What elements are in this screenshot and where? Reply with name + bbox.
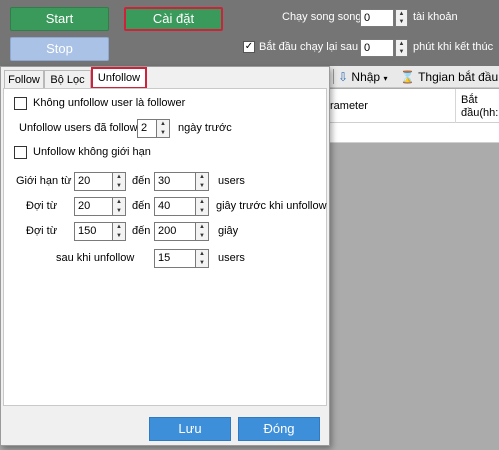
wait-before-to-input[interactable]: 40: [154, 197, 196, 216]
tab-follow[interactable]: Follow: [4, 70, 44, 89]
save-button[interactable]: Lưu: [149, 417, 231, 441]
unlimited-label: Unfollow không giới hạn: [33, 146, 151, 158]
wait-between-to-label: đến: [132, 225, 151, 237]
restart-spinner[interactable]: ▲ ▼: [395, 39, 408, 57]
spin-down-icon[interactable]: ▼: [113, 182, 125, 191]
stop-button[interactable]: Stop: [10, 37, 109, 61]
col-start-header-line2[interactable]: đầu(hh:: [461, 107, 498, 119]
spin-up-icon[interactable]: ▲: [396, 10, 407, 18]
limit-to-input[interactable]: 30: [154, 172, 196, 191]
restart-suffix: phút khi kết thúc: [413, 41, 494, 53]
wait-between-to-input[interactable]: 200: [154, 222, 196, 241]
restart-label: Bắt đầu chạy lại sau: [259, 41, 359, 53]
followed-days-prefix: Unfollow users đã follow: [19, 122, 138, 134]
spin-up-icon[interactable]: ▲: [113, 223, 125, 232]
after-unfollow-label: sau khi unfollow: [56, 252, 135, 264]
spin-down-icon[interactable]: ▼: [396, 18, 407, 26]
limit-label: Giới hạn từ: [16, 175, 72, 187]
spin-down-icon[interactable]: ▼: [113, 207, 125, 216]
import-menu[interactable]: ⇩ Nhập ▾: [338, 66, 387, 90]
after-unfollow-unit: users: [218, 252, 245, 264]
followed-days-suffix: ngày trước: [178, 122, 232, 134]
limit-to-label: đến: [132, 175, 151, 187]
tab-filter[interactable]: Bộ Lọc: [44, 70, 91, 89]
accounts-label: tài khoản: [413, 11, 458, 23]
wait-between-from-input[interactable]: 150: [74, 222, 113, 241]
chevron-down-icon: ▾: [383, 74, 388, 83]
spin-down-icon[interactable]: ▼: [196, 232, 208, 241]
check-icon: ✓: [244, 41, 254, 52]
wait-before-from-input[interactable]: 20: [74, 197, 113, 216]
after-unfollow-input[interactable]: 15: [154, 249, 196, 268]
spin-up-icon[interactable]: ▲: [113, 198, 125, 207]
col-start-header-line1[interactable]: Bắt: [461, 94, 478, 106]
wait-between-from-spinner[interactable]: ▲ ▼: [113, 222, 126, 241]
limit-from-input[interactable]: 20: [74, 172, 113, 191]
unlimited-checkbox[interactable]: [14, 146, 27, 159]
spin-down-icon[interactable]: ▼: [196, 182, 208, 191]
spin-up-icon[interactable]: ▲: [113, 173, 125, 182]
start-time-label: Thgian bắt đầu: [418, 70, 499, 84]
toolbar: ⇩ Nhập ▾ ⌛ Thgian bắt đầu: [330, 66, 499, 88]
wait-between-to-spinner[interactable]: ▲ ▼: [196, 222, 209, 241]
spin-down-icon[interactable]: ▼: [196, 207, 208, 216]
spin-up-icon[interactable]: ▲: [196, 250, 208, 259]
parallel-spinner[interactable]: ▲ ▼: [395, 9, 408, 27]
after-unfollow-spinner[interactable]: ▲ ▼: [196, 249, 209, 268]
col-parameter-header[interactable]: rameter: [330, 100, 368, 112]
start-button[interactable]: Start: [10, 7, 109, 31]
grid-header: rameter Bắt đầu(hh:: [330, 89, 499, 123]
no-unfollow-follower-checkbox[interactable]: [14, 97, 27, 110]
wait-before-to-label: đến: [132, 200, 151, 212]
wait-before-unit: giây trước khi unfollow: [216, 200, 327, 212]
limit-from-spinner[interactable]: ▲ ▼: [113, 172, 126, 191]
spin-down-icon[interactable]: ▼: [196, 259, 208, 268]
settings-dialog: Follow Bộ Lọc Unfollow Không unfollow us…: [0, 66, 330, 446]
no-unfollow-follower-label: Không unfollow user là follower: [33, 97, 186, 109]
wait-before-from-spinner[interactable]: ▲ ▼: [113, 197, 126, 216]
restart-checkbox[interactable]: ✓: [243, 41, 255, 53]
wait-between-unit: giây: [218, 225, 239, 237]
start-time-menu[interactable]: ⌛ Thgian bắt đầu: [400, 66, 498, 88]
wait-between-label: Đợi từ: [26, 225, 58, 237]
toolbar-separator: [333, 69, 334, 84]
grid-empty-area: [330, 143, 499, 450]
table-row[interactable]: [330, 123, 499, 143]
parallel-label: Chạy song song: [282, 11, 362, 23]
spin-up-icon[interactable]: ▲: [196, 223, 208, 232]
followed-days-spinner[interactable]: ▲ ▼: [157, 119, 170, 138]
column-divider: [455, 89, 456, 123]
parallel-input[interactable]: 0: [360, 9, 394, 27]
tab-strip: Follow Bộ Lọc Unfollow: [1, 67, 329, 89]
unfollow-tab-page: Không unfollow user là follower Unfollow…: [3, 88, 327, 406]
wait-before-label: Đợi từ: [26, 200, 58, 212]
import-label: Nhập: [351, 70, 381, 84]
import-icon: ⇩: [338, 70, 349, 84]
close-button[interactable]: Đóng: [238, 417, 320, 441]
wait-before-to-spinner[interactable]: ▲ ▼: [196, 197, 209, 216]
hourglass-icon: ⌛: [400, 70, 415, 84]
spin-up-icon[interactable]: ▲: [396, 40, 407, 48]
spin-up-icon[interactable]: ▲: [157, 120, 169, 129]
limit-to-spinner[interactable]: ▲ ▼: [196, 172, 209, 191]
spin-down-icon[interactable]: ▼: [113, 232, 125, 241]
spin-down-icon[interactable]: ▼: [396, 48, 407, 56]
restart-input[interactable]: 0: [360, 39, 394, 57]
spin-down-icon[interactable]: ▼: [157, 129, 169, 138]
spin-up-icon[interactable]: ▲: [196, 173, 208, 182]
settings-button[interactable]: Cài đặt: [124, 7, 223, 31]
spin-up-icon[interactable]: ▲: [196, 198, 208, 207]
limit-unit: users: [218, 175, 245, 187]
followed-days-input[interactable]: 2: [137, 119, 157, 138]
tab-unfollow[interactable]: Unfollow: [91, 67, 147, 89]
